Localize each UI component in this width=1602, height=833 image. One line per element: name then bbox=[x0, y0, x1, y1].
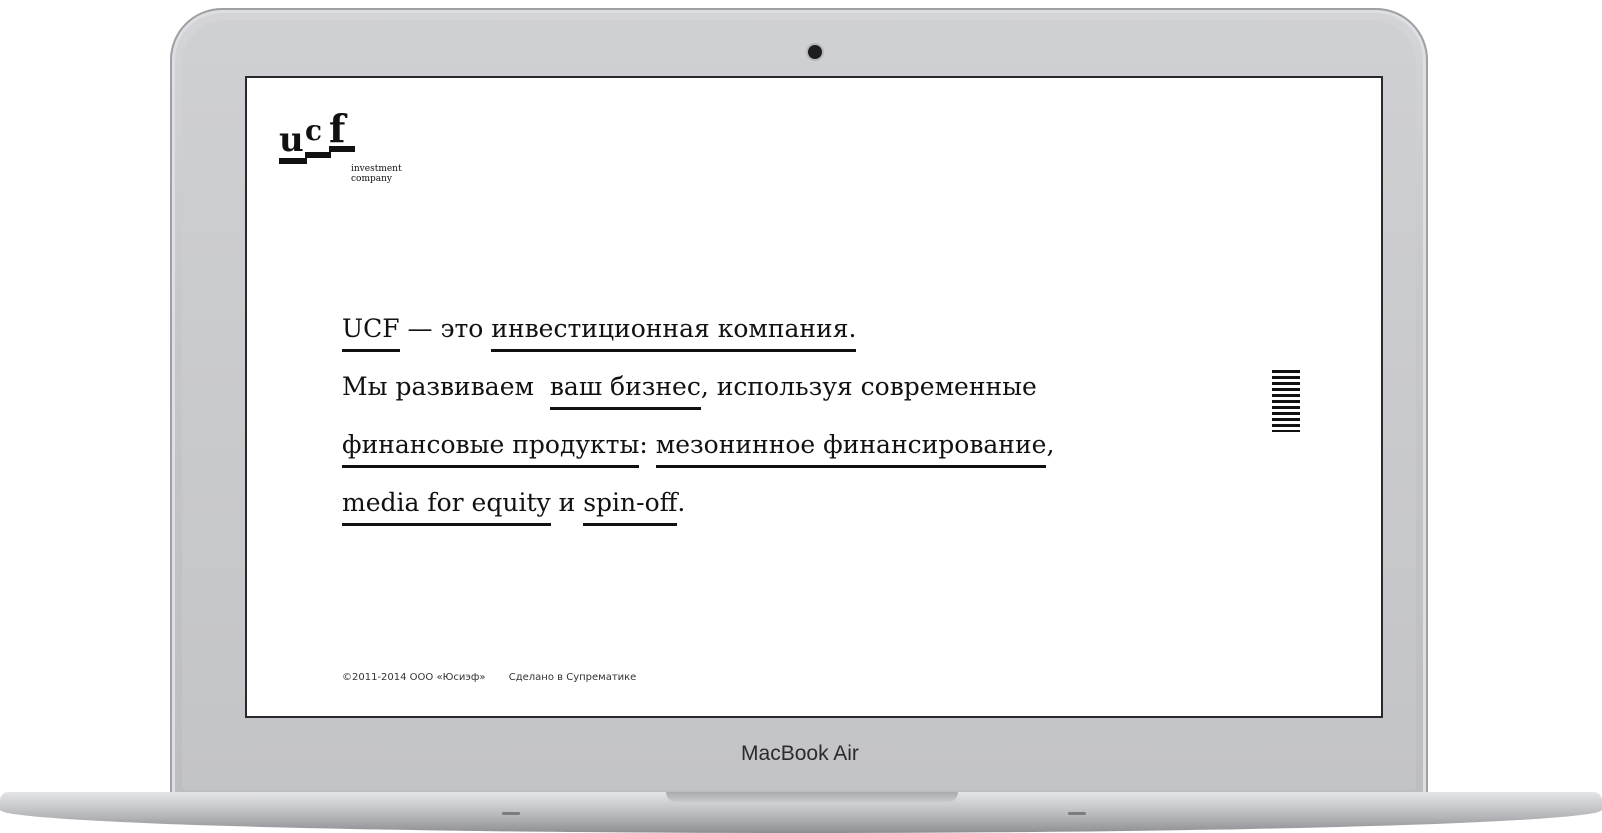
hero-line-2: Мы развиваем ваш бизнес, используя совре… bbox=[342, 358, 1202, 416]
hero-text-segment: : bbox=[639, 430, 656, 459]
hero-text-segment: , bbox=[1046, 430, 1055, 459]
link-media-for-equity[interactable]: media for equity bbox=[342, 486, 551, 526]
laptop-screen: u c f investment company UCF — это инвес… bbox=[247, 78, 1381, 716]
link-spin-off[interactable]: spin-off bbox=[583, 486, 678, 526]
link-ucf[interactable]: UCF bbox=[342, 312, 400, 352]
logo-tagline-line1: investment bbox=[351, 164, 402, 174]
link-your-business[interactable]: ваш бизнес bbox=[549, 370, 701, 410]
logo-letter-c: c bbox=[305, 114, 323, 147]
hero-text-segment: Мы развиваем bbox=[342, 372, 542, 401]
device-brand-label: MacBook Air bbox=[741, 742, 859, 765]
logo-letter-u: u bbox=[279, 120, 304, 160]
site-footer: ©2011-2014 ООО «Юсиэф» Сделано в Супрема… bbox=[342, 672, 636, 683]
logo-letter-f: f bbox=[329, 106, 346, 151]
logo-tagline-line2: company bbox=[351, 174, 393, 184]
footer-copyright: ©2011-2014 ООО «Юсиэф» bbox=[342, 672, 486, 683]
logo-step-bar bbox=[279, 158, 307, 164]
ucf-logo[interactable]: u c f investment company bbox=[279, 106, 419, 188]
hero-text-segment: , используя современные bbox=[700, 372, 1037, 401]
logo-step-bar bbox=[329, 146, 355, 152]
laptop-foot bbox=[502, 812, 520, 815]
camera-icon bbox=[808, 45, 822, 59]
link-investment-company[interactable]: инвестиционная компания. bbox=[491, 312, 857, 352]
laptop-hinge-notch bbox=[666, 792, 958, 802]
link-financial-products[interactable]: финансовые продукты bbox=[342, 428, 640, 468]
laptop-foot bbox=[1068, 812, 1086, 815]
hero-line-4: media for equity и spin-off. bbox=[342, 474, 1202, 532]
link-mezzanine-financing[interactable]: мезонинное финансирование bbox=[655, 428, 1047, 468]
hero-text-segment: и bbox=[550, 488, 584, 517]
menu-lines-icon[interactable] bbox=[1272, 370, 1300, 432]
hero-text-segment: — это bbox=[399, 314, 492, 343]
hero-text: UCF — это инвестиционная компания. Мы ра… bbox=[342, 300, 1202, 532]
footer-credit-link[interactable]: Сделано в Супрематике bbox=[509, 672, 637, 683]
laptop-mockup: u c f investment company UCF — это инвес… bbox=[0, 0, 1602, 833]
logo-tagline: investment company bbox=[351, 164, 402, 184]
logo-step-bar bbox=[305, 152, 331, 158]
hero-line-3: финансовые продукты: мезонинное финансир… bbox=[342, 416, 1202, 474]
hero-text-segment: . bbox=[677, 488, 686, 517]
hero-line-1: UCF — это инвестиционная компания. bbox=[342, 300, 1202, 358]
